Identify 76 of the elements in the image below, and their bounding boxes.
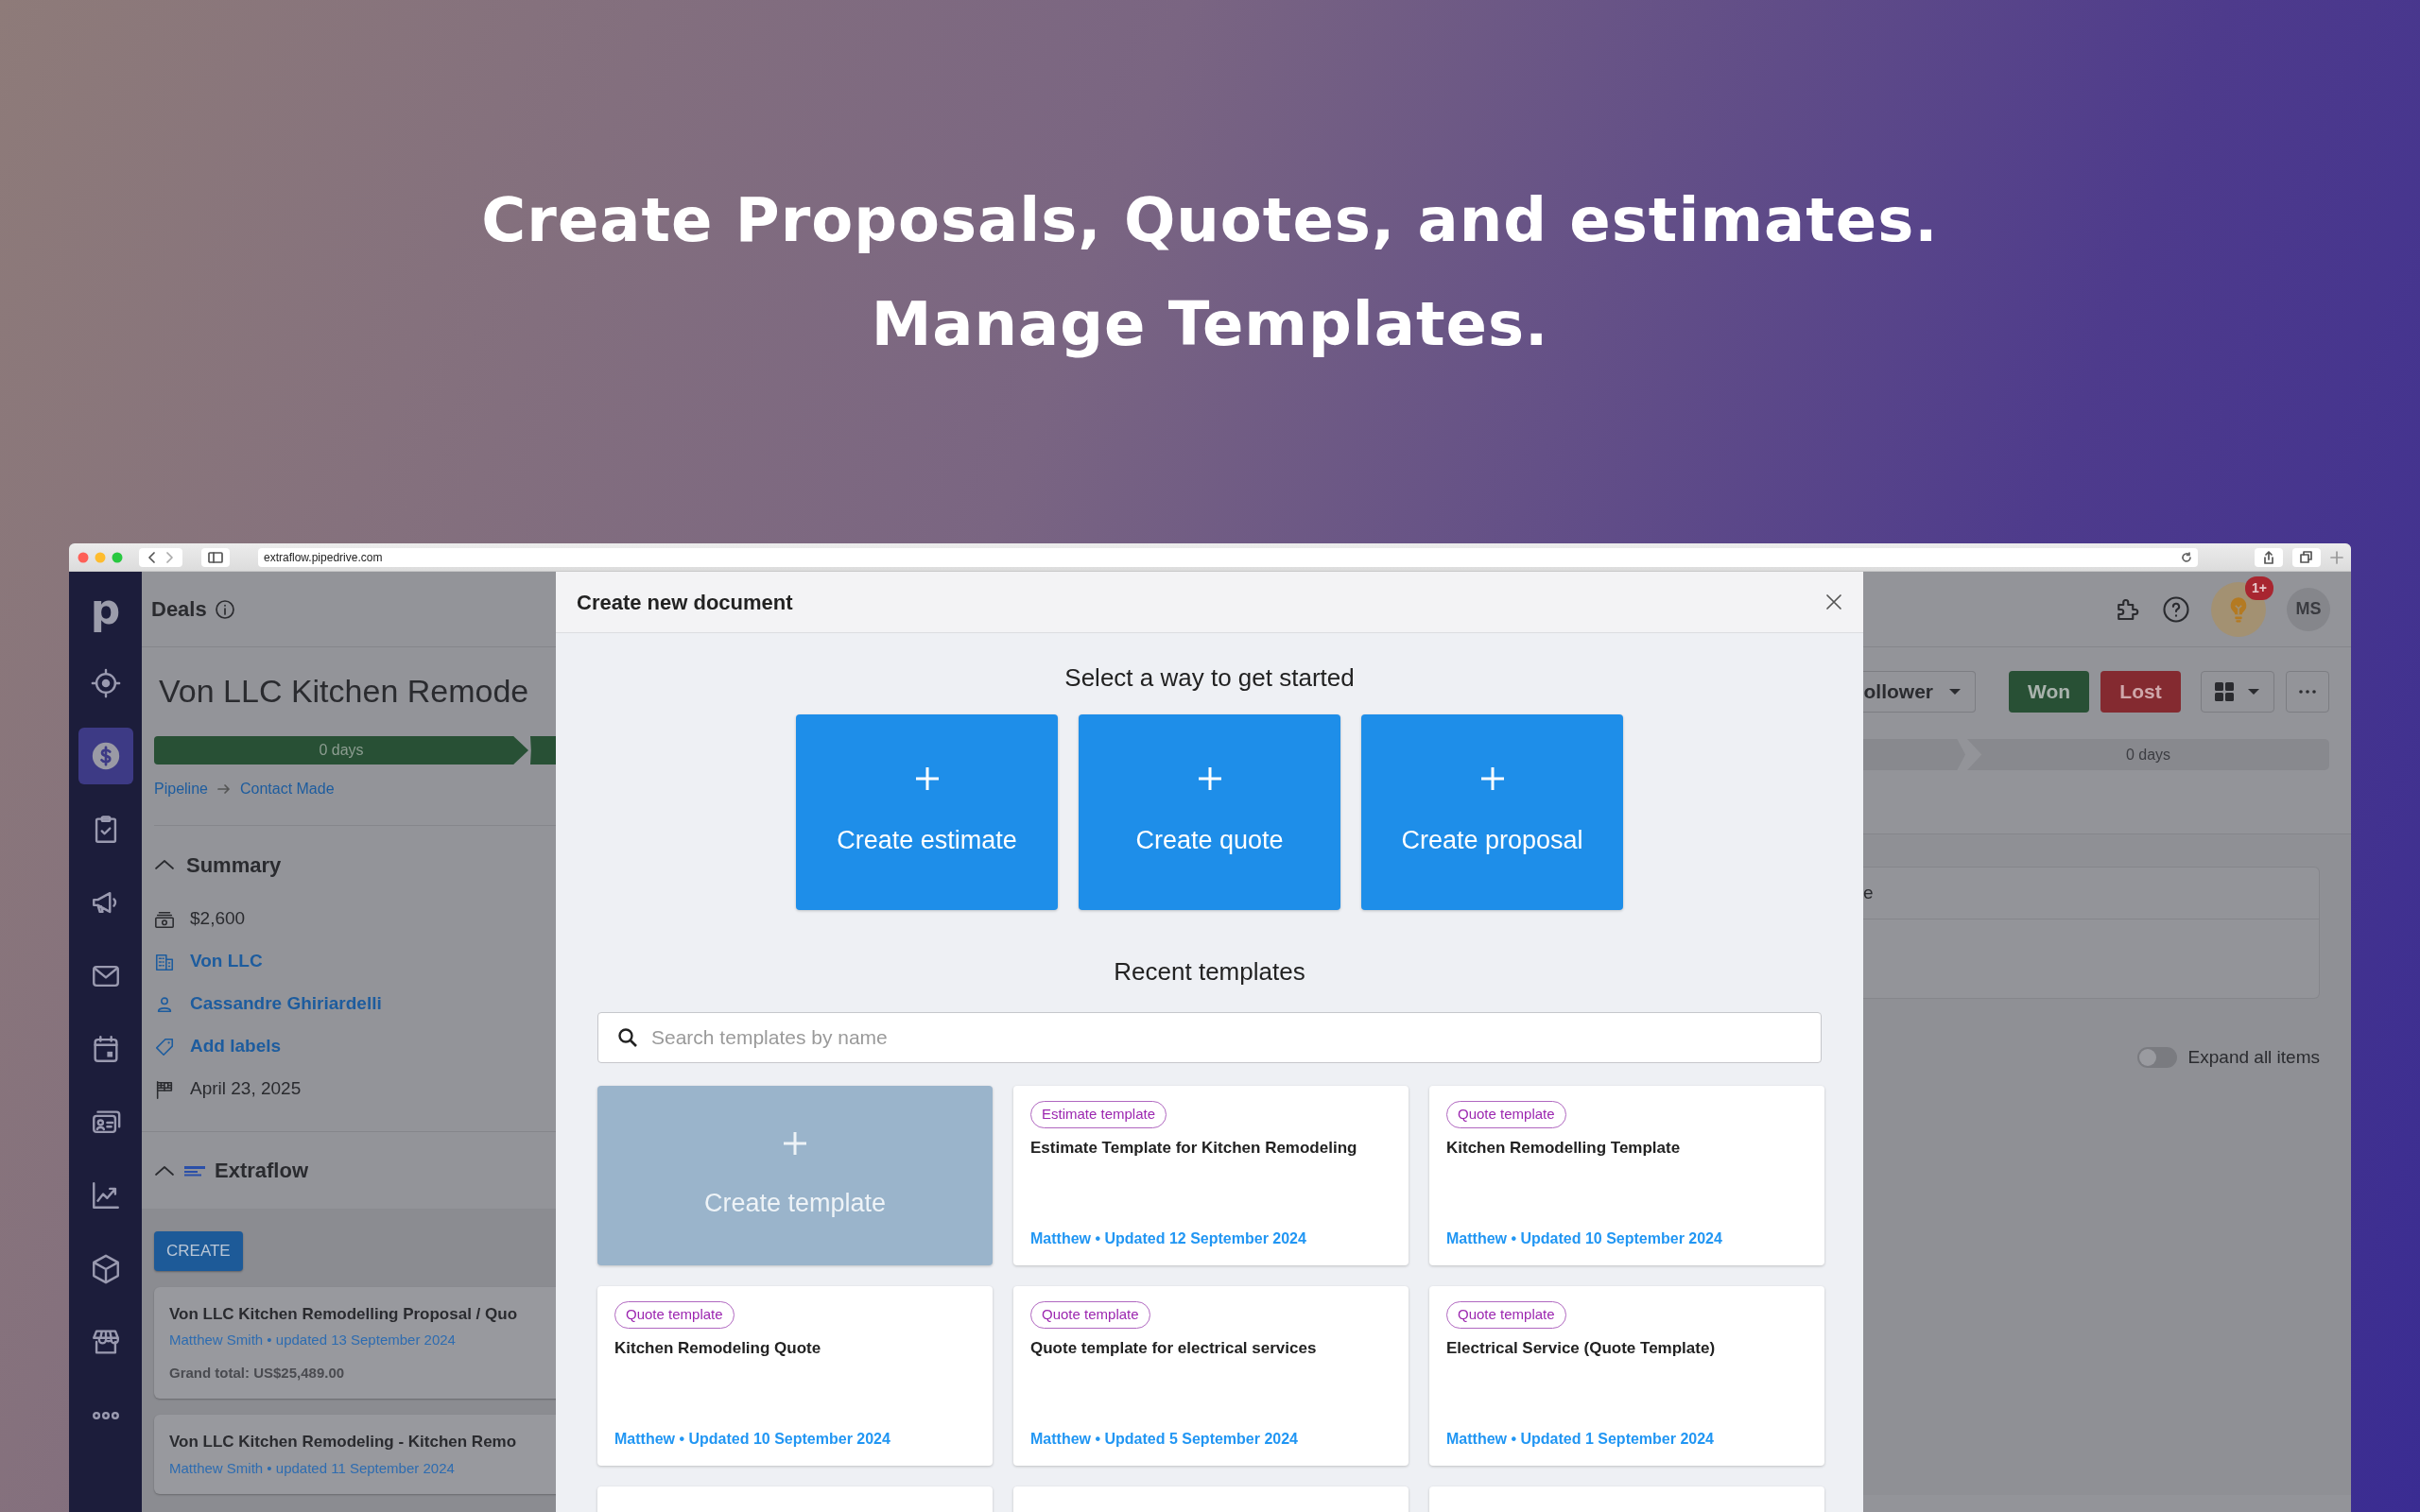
create-option-button[interactable]: Create quote xyxy=(1079,714,1340,910)
deal-title: Von LLC Kitchen Remode xyxy=(159,672,530,711)
grid-icon xyxy=(2215,682,2234,701)
toggle-label: Expand all items xyxy=(2187,1046,2320,1069)
template-meta: Matthew • Updated 10 September 2024 xyxy=(614,1430,890,1449)
template-title: Electrical Service (Quote Template) xyxy=(1446,1337,1716,1359)
headline: Create Proposals, Quotes, and estimates. xyxy=(480,184,1940,257)
section-heading: Recent templates xyxy=(1113,957,1306,986)
caret-icon xyxy=(2247,688,2260,696)
create-button[interactable]: CREATE xyxy=(154,1231,243,1271)
notification-badge: 1+ xyxy=(2245,576,2273,600)
summary-value: April 23, 2025 xyxy=(190,1077,302,1101)
address-field[interactable]: extraflow.pipedrive.com xyxy=(258,547,2198,567)
caret-icon xyxy=(1948,688,1962,696)
won-button[interactable]: Won xyxy=(2009,671,2089,713)
chevron-icon[interactable] xyxy=(154,1163,175,1177)
template-card[interactable]: Quote template Kitchen Remodeling Quote Matthew • Updated 10 September 2024 xyxy=(597,1286,993,1466)
template-meta: Matthew • Updated 1 September 2024 xyxy=(1446,1430,1714,1449)
stage-bar: 0 days xyxy=(1967,739,2329,770)
summary-value: $2,600 xyxy=(190,907,246,931)
extraflow-logo-icon xyxy=(184,1164,205,1177)
stage-segment xyxy=(530,736,556,765)
expand-toggle[interactable] xyxy=(2136,1047,2177,1069)
panel-heading: e xyxy=(1863,881,1874,904)
sidebar-toggle-icon[interactable] xyxy=(208,551,223,563)
document-card[interactable]: Von LLC Kitchen Remodelling Proposal / Quo Matthew Smith • updated 13 September 2024 Grand total: US$25,489.00 xyxy=(154,1286,556,1399)
stage-link[interactable]: Contact Made xyxy=(239,778,335,800)
template-meta: Matthew • Updated 10 September 2024 xyxy=(1446,1229,1722,1248)
document-title: Von LLC Kitchen Remodelling Proposal / Quo xyxy=(169,1303,519,1325)
template-title: Estimate Template for Kitchen Remodeling xyxy=(1030,1137,1357,1159)
document-meta: Matthew Smith • updated 13 September 2024 xyxy=(169,1331,457,1349)
more-icon xyxy=(2299,690,2316,694)
document-meta: Matthew Smith • updated 11 September 2024 xyxy=(169,1458,456,1478)
summary-link[interactable]: Von LLC xyxy=(190,948,263,975)
flag-icon xyxy=(154,1078,175,1100)
info-icon[interactable] xyxy=(214,598,235,620)
create-option-button[interactable]: Create estimate xyxy=(796,714,1058,910)
grand-total: Grand total: US$25,489.00 xyxy=(169,1363,346,1383)
section-heading: Select a way to get started xyxy=(1063,663,1356,692)
template-meta: Matthew • Updated 5 September 2024 xyxy=(1030,1430,1298,1449)
reload-icon[interactable] xyxy=(2181,551,2192,563)
headline: Manage Templates. xyxy=(870,288,1550,361)
lost-button[interactable]: Lost xyxy=(2100,671,2181,713)
template-card[interactable]: Estimate template Estimate Template for Kitchen Remodeling Matthew • Updated 12 September 2024 xyxy=(1013,1086,1409,1265)
template-card[interactable]: Quote template Kitchen Remodelling Template Matthew • Updated 10 September 2024 xyxy=(1429,1086,1824,1265)
template-card[interactable]: Quote template Quote template for electrical services Matthew • Updated 5 September 2024 xyxy=(1013,1286,1409,1466)
document-card[interactable]: Von LLC Kitchen Remodeling - Kitchen Remo Matthew Smith • updated 11 September 2024 xyxy=(154,1415,556,1494)
section-title: Summary xyxy=(186,851,282,879)
arrow-icon xyxy=(216,783,231,795)
template-title: Quote template for electrical services xyxy=(1030,1337,1317,1359)
tabs-icon[interactable] xyxy=(2300,550,2313,564)
help-icon[interactable] xyxy=(2162,594,2190,624)
create-option-button[interactable]: Create proposal xyxy=(1361,714,1623,910)
page-title: Deals xyxy=(151,596,207,623)
close-icon[interactable] xyxy=(1825,593,1842,610)
template-meta: Matthew • Updated 12 September 2024 xyxy=(1030,1229,1306,1248)
document-title: Von LLC Kitchen Remodeling - Kitchen Remo xyxy=(169,1432,518,1452)
tag-icon xyxy=(154,1036,175,1057)
stage-bar: 0 days xyxy=(154,736,528,765)
summary-link[interactable]: Add labels xyxy=(190,1033,282,1060)
back-icon[interactable] xyxy=(147,551,158,563)
section-title: Extraflow xyxy=(215,1158,309,1184)
pipeline-link[interactable]: Pipeline xyxy=(154,778,208,800)
target-icon[interactable] xyxy=(89,666,122,699)
chevron-icon[interactable] xyxy=(154,858,175,871)
summary-link[interactable]: Cassandre Ghiriardelli xyxy=(190,990,382,1018)
app-logo[interactable]: p xyxy=(90,581,121,638)
follower-button[interactable]: ollower xyxy=(1863,671,1976,713)
search-field[interactable]: Search templates by name xyxy=(597,1012,1822,1063)
template-title: Kitchen Remodeling Quote xyxy=(614,1337,821,1359)
template-card[interactable]: Quote template Electrical Service (Quote Template) Matthew • Updated 1 September 2024 xyxy=(1429,1286,1824,1466)
dialog-title: Create new document xyxy=(577,589,793,616)
template-title: Kitchen Remodelling Template xyxy=(1446,1137,1681,1159)
view-button[interactable] xyxy=(2201,671,2274,713)
share-icon[interactable] xyxy=(2263,550,2274,564)
user-avatar[interactable]: MS xyxy=(2287,587,2330,631)
